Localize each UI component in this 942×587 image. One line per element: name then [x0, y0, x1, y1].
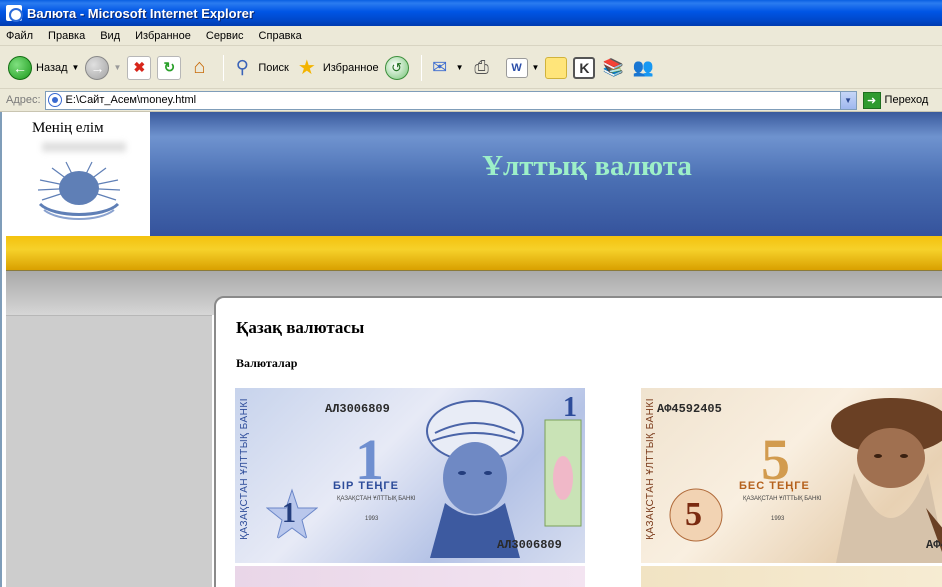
stop-button[interactable]: ✖: [127, 51, 152, 85]
banner: Ұлттық валюта: [150, 112, 942, 236]
content-title: Қазақ валютасы: [236, 318, 365, 337]
go-button[interactable]: ➜ Переход: [862, 91, 929, 109]
banknote-5-tenge: ҚАЗАҚСТАН ҰЛТТЫҚ БАНКІ АФ4592405 5 БЕС Т…: [641, 388, 942, 563]
bank-name: ҚАЗАҚСТАН ҰЛТТЫҚ БАНКІ: [645, 398, 656, 540]
menu-bar: Файл Правка Вид Избранное Сервис Справка: [0, 26, 942, 46]
edit-dropdown-icon[interactable]: ▼: [532, 63, 540, 72]
forward-button[interactable]: → ▼: [85, 51, 121, 85]
denomination-words: БЕС ТЕҢГЕ: [739, 480, 810, 492]
address-label: Адрес:: [6, 94, 41, 106]
logo-area: Менің елім: [6, 112, 150, 236]
go-arrow-icon: ➜: [862, 91, 881, 109]
star-icon: ★: [297, 57, 316, 79]
note-button[interactable]: [545, 51, 568, 85]
search-label: Поиск: [258, 61, 289, 74]
page-viewport[interactable]: Менің елім Ұлттық валюта Қазақ валютасы …: [0, 112, 942, 587]
favorites-button[interactable]: ★ Избранное: [295, 51, 379, 85]
portrait-kurmangazy: [831, 398, 942, 563]
refresh-button[interactable]: ↻: [157, 51, 182, 85]
home-icon: ⌂: [193, 56, 206, 78]
back-arrow-icon: ←: [8, 55, 32, 80]
edit-button[interactable]: W ▼: [505, 51, 540, 85]
portrait-al-farabi: [426, 400, 524, 558]
year: 1993: [771, 516, 785, 522]
menu-file[interactable]: Файл: [6, 30, 33, 42]
home-button[interactable]: ⌂: [187, 51, 211, 85]
banknote-1-tenge: ҚАЗАҚСТАН ҰЛТТЫҚ БАНКІ АЛ3006809 1 1 БІР…: [235, 388, 585, 563]
year: 1993: [365, 516, 379, 522]
address-value: E:\Сайт_Асем\money.html: [65, 94, 197, 106]
address-dropdown-icon[interactable]: ▼: [839, 91, 856, 109]
back-dropdown-icon[interactable]: ▼: [72, 63, 80, 72]
left-sidebar: [6, 315, 212, 587]
logo-text: Менің елім: [32, 120, 104, 136]
forward-dropdown-icon[interactable]: ▼: [113, 63, 121, 72]
refresh-icon: ↻: [157, 55, 182, 80]
logo-subtext-blur: [42, 142, 126, 152]
address-input[interactable]: E:\Сайт_Асем\money.html ▼: [44, 90, 857, 110]
messenger-icon: 👥: [632, 57, 655, 77]
print-button[interactable]: ⎙: [470, 51, 494, 85]
serial-bottom: АФ4592: [926, 538, 942, 552]
toolbar-separator: [223, 54, 225, 81]
window-titlebar[interactable]: Валюта - Microsoft Internet Explorer: [0, 0, 942, 26]
denomination-bottom-left: 5: [685, 496, 702, 533]
serial-top: АЛ3006809: [325, 402, 390, 416]
toolbar: ← Назад ▼ → ▼ ✖ ↻ ⌂ ⚲ Поиск ★ Избранное …: [0, 47, 942, 89]
issue-text: ҚАЗАҚСТАН ҰЛТТЫҚ БАНКІ: [337, 496, 416, 502]
banknote-partial-1: [235, 566, 585, 587]
back-button[interactable]: ← Назад ▼: [8, 51, 79, 85]
history-button[interactable]: ↺: [384, 51, 409, 85]
nav-band: [6, 236, 942, 271]
forward-arrow-icon: →: [85, 55, 110, 80]
k-button[interactable]: K: [573, 51, 596, 85]
bank-name: ҚАЗАҚСТАН ҰЛТТЫҚ БАНКІ: [239, 398, 250, 540]
mail-icon: ✉: [432, 57, 448, 77]
banner-title: Ұлттық валюта: [482, 150, 692, 182]
serial-top: АФ4592405: [657, 402, 722, 416]
menu-help[interactable]: Справка: [259, 30, 302, 42]
site-header: Менің елім Ұлттық валюта: [6, 112, 942, 236]
word-icon: W: [505, 57, 528, 78]
window-title: Валюта - Microsoft Internet Explorer: [27, 5, 254, 21]
stop-icon: ✖: [127, 55, 152, 80]
address-bar: Адрес: E:\Сайт_Асем\money.html ▼ ➜ Перех…: [0, 89, 942, 112]
page-icon: [47, 93, 62, 107]
menu-edit[interactable]: Правка: [48, 30, 85, 42]
mail-dropdown-icon[interactable]: ▼: [456, 63, 464, 72]
menu-favorites[interactable]: Избранное: [135, 30, 191, 42]
sticky-note-icon: [545, 56, 568, 79]
printer-icon: ⎙: [474, 57, 489, 77]
favorites-label: Избранное: [322, 61, 379, 74]
back-label: Назад: [36, 61, 68, 74]
watermark-ornament-icon: [544, 419, 582, 527]
messenger-button[interactable]: 👥: [631, 51, 655, 85]
content-panel: Қазақ валютасы Валюталар ҚАЗАҚСТАН ҰЛТТЫ…: [214, 296, 942, 587]
research-button[interactable]: 📚: [601, 51, 625, 85]
search-button[interactable]: ⚲ Поиск: [230, 51, 289, 85]
go-label: Переход: [884, 94, 929, 106]
books-icon: 📚: [602, 57, 625, 77]
kazakhstan-emblem-icon: [37, 161, 121, 220]
banknote-partial-2: [641, 566, 942, 587]
serial-bottom: АЛ3006809: [497, 538, 562, 552]
history-icon: ↺: [384, 55, 409, 80]
k-logo-icon: K: [573, 56, 596, 79]
mail-button[interactable]: ✉ ▼: [428, 51, 464, 85]
denomination-words: БІР ТЕҢГЕ: [333, 480, 399, 492]
menu-tools[interactable]: Сервис: [206, 30, 244, 42]
toolbar-separator: [420, 54, 422, 81]
ie-icon: [6, 5, 23, 22]
denomination-bottom-left: 1: [282, 498, 296, 529]
menu-view[interactable]: Вид: [100, 30, 120, 42]
content-subtitle: Валюталар: [236, 356, 298, 370]
search-icon: ⚲: [235, 57, 249, 77]
